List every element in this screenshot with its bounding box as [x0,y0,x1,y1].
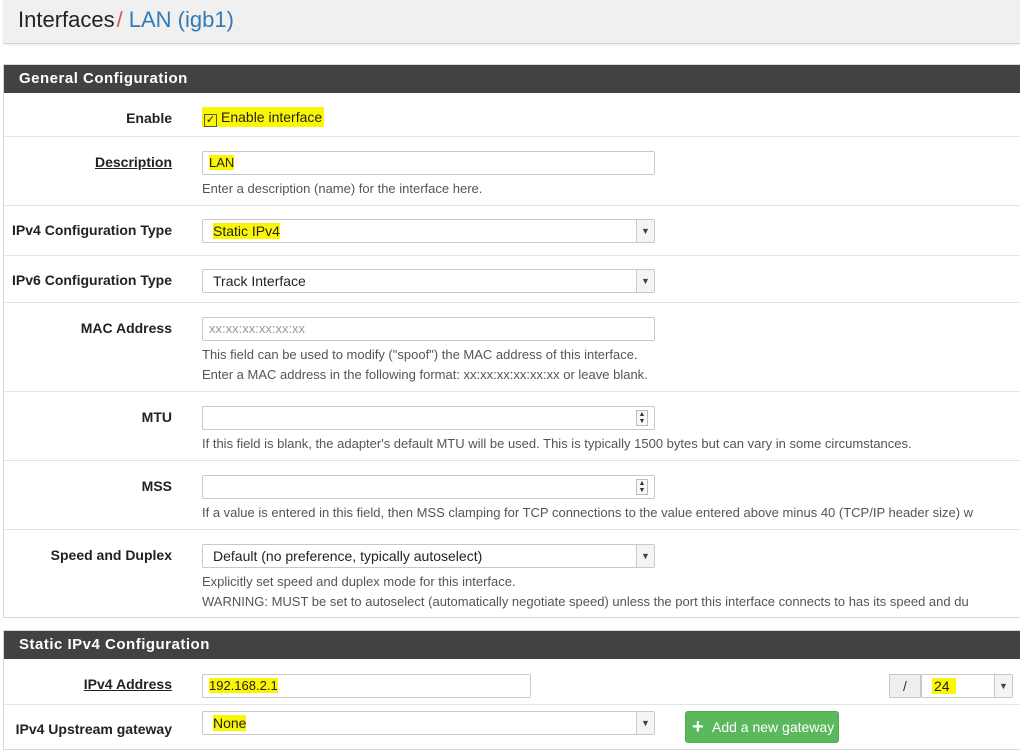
ipv6-config-type-row: IPv6 Configuration Type Track Interface … [4,256,1020,303]
ipv4-config-type-row: IPv4 Configuration Type Static IPv4 ▼ [4,206,1020,256]
ipv4-address-label: IPv4 Address [83,676,172,692]
mac-address-input[interactable]: xx:xx:xx:xx:xx:xx [202,317,655,341]
ipv4-config-type-label: IPv4 Configuration Type [12,222,172,238]
chevron-down-icon[interactable]: ▼ [994,675,1012,697]
ipv4-gateway-label: IPv4 Upstream gateway [15,721,172,737]
page-header: Interfaces/LAN (igb1) [3,0,1020,44]
description-row: Description LAN Enter a description (nam… [4,137,1020,206]
enable-checkbox-field[interactable]: ✓ Enable interface [202,107,325,127]
chevron-down-icon[interactable]: ▼ [636,270,654,292]
mac-address-help-1: This field can be used to modify ("spoof… [202,347,638,362]
mac-address-help-2: Enter a MAC address in the following for… [202,367,648,382]
mtu-label: MTU [141,409,172,425]
mss-row: MSS ▲ ▼ If a value is entered in this fie… [4,461,1020,530]
breadcrumb-current[interactable]: LAN (igb1) [129,7,234,32]
spinner-icon[interactable]: ▲ ▼ [636,410,648,426]
mss-label: MSS [141,478,172,494]
speed-duplex-help-1: Explicitly set speed and duplex mode for… [202,574,516,589]
speed-duplex-select[interactable]: Default (no preference, typically autose… [202,544,655,568]
general-configuration-panel: General Configuration Enable ✓ Enable int… [3,64,1020,618]
ipv6-config-type-label: IPv6 Configuration Type [12,272,172,288]
enable-row: Enable ✓ Enable interface [4,93,1020,137]
breadcrumb-interfaces[interactable]: Interfaces [18,7,115,32]
static-ipv4-panel: Static IPv4 Configuration IPv4 Address 1… [3,630,1020,750]
ipv4-gateway-select[interactable]: None ▼ [202,711,655,735]
chevron-down-icon[interactable]: ▼ [636,545,654,567]
speed-duplex-help-2: WARNING: MUST be set to autoselect (auto… [202,594,969,609]
plus-icon: + [692,716,704,738]
breadcrumb: Interfaces/LAN (igb1) [18,5,234,35]
spinner-icon[interactable]: ▲ ▼ [636,479,648,495]
mtu-row: MTU ▲ ▼ If this field is blank, the adapt… [4,392,1020,461]
panel-heading: Static IPv4 Configuration [4,631,1020,659]
breadcrumb-separator: / [116,7,123,32]
mac-address-row: MAC Address xx:xx:xx:xx:xx:xx This field… [4,303,1020,392]
mtu-help: If this field is blank, the adapter's de… [202,436,912,451]
chevron-down-icon[interactable]: ▼ [636,712,654,734]
mss-input[interactable]: ▲ ▼ [202,475,655,499]
description-help: Enter a description (name) for the inter… [202,181,483,196]
mss-help: If a value is entered in this field, the… [202,505,974,520]
chevron-down-icon[interactable]: ▼ [636,220,654,242]
ipv6-config-type-select[interactable]: Track Interface ▼ [202,269,655,293]
checkbox-checked-icon[interactable]: ✓ [204,114,217,127]
speed-duplex-label: Speed and Duplex [50,547,172,563]
ipv4-address-input[interactable]: 192.168.2.1 [202,674,531,698]
description-label: Description [94,154,172,170]
enable-label: Enable [126,110,172,126]
enable-interface-label[interactable]: Enable interface [221,109,322,125]
panel-heading: General Configuration [4,65,1020,93]
mtu-input[interactable]: ▲ ▼ [202,406,655,430]
mac-address-label: MAC Address [80,320,172,336]
ipv4-cidr-select[interactable]: 24 ▼ [921,674,1013,698]
ipv4-config-type-select[interactable]: Static IPv4 ▼ [202,219,655,243]
cidr-separator: / [889,674,921,698]
ipv4-gateway-row: IPv4 Upstream gateway None ▼ + Add a new … [4,705,1020,751]
add-gateway-button[interactable]: + Add a new gateway [685,711,840,743]
ipv4-address-row: IPv4 Address 192.168.2.1 / 24 ▼ [4,659,1020,705]
speed-duplex-row: Speed and Duplex Default (no preference,… [4,530,1020,619]
description-input[interactable]: LAN [202,151,655,175]
